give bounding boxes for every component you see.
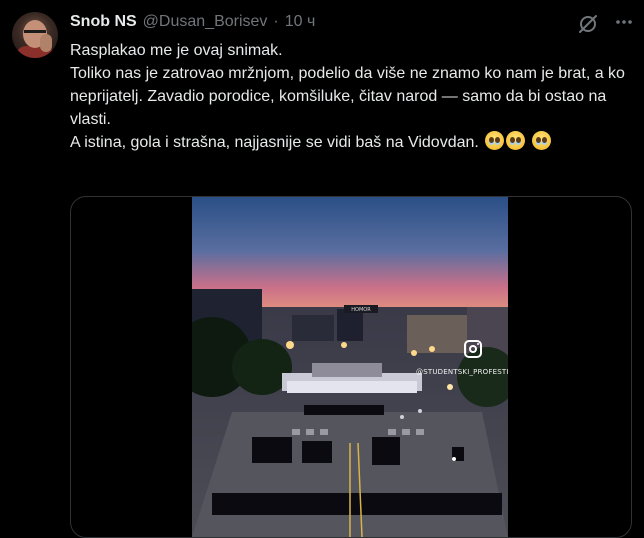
building-sign-text: HOMOR (351, 307, 371, 313)
timestamp[interactable]: 10 ч (285, 13, 316, 31)
tweet-text: Rasplakao me je ovaj snimak. Toliko nas … (70, 39, 630, 154)
more-icon[interactable] (612, 10, 636, 34)
tweet-text-line-2: Toliko nas je zatrovao mržnjom, podelio … (70, 65, 625, 128)
video-frame: HOMOR (192, 197, 508, 537)
author-name[interactable]: Snob NS (70, 13, 137, 31)
media-container[interactable]: HOMOR @STUDENTSKI_PROFESTI (70, 196, 632, 538)
tweet-text-line-1: Rasplakao me je ovaj snimak. (70, 42, 283, 59)
grok-icon[interactable] (576, 12, 600, 36)
video-player[interactable]: HOMOR @STUDENTSKI_PROFESTI (192, 197, 508, 537)
tweet-text-line-3-text: A istina, gola i strašna, najjasnije se … (70, 134, 479, 151)
video-watermark: @STUDENTSKI_PROFESTI (416, 368, 508, 376)
tweet-header: Snob NS @Dusan_Borisev · 10 ч (70, 11, 315, 33)
tweet[interactable]: Snob NS @Dusan_Borisev · 10 ч Rasplakao … (0, 0, 644, 538)
avatar-hand (40, 34, 52, 52)
author-handle[interactable]: @Dusan_Borisev (143, 13, 268, 31)
pleading-face-emoji-icon (485, 131, 505, 150)
avatar[interactable] (12, 12, 58, 58)
separator-dot: · (273, 13, 279, 30)
building-sign: HOMOR (344, 305, 378, 313)
pleading-face-emoji-icon (506, 131, 526, 150)
instagram-icon (464, 340, 482, 358)
pleading-face-emoji-icon (531, 131, 551, 150)
tweet-text-line-3: A istina, gola i strašna, najjasnije se … (70, 131, 630, 154)
